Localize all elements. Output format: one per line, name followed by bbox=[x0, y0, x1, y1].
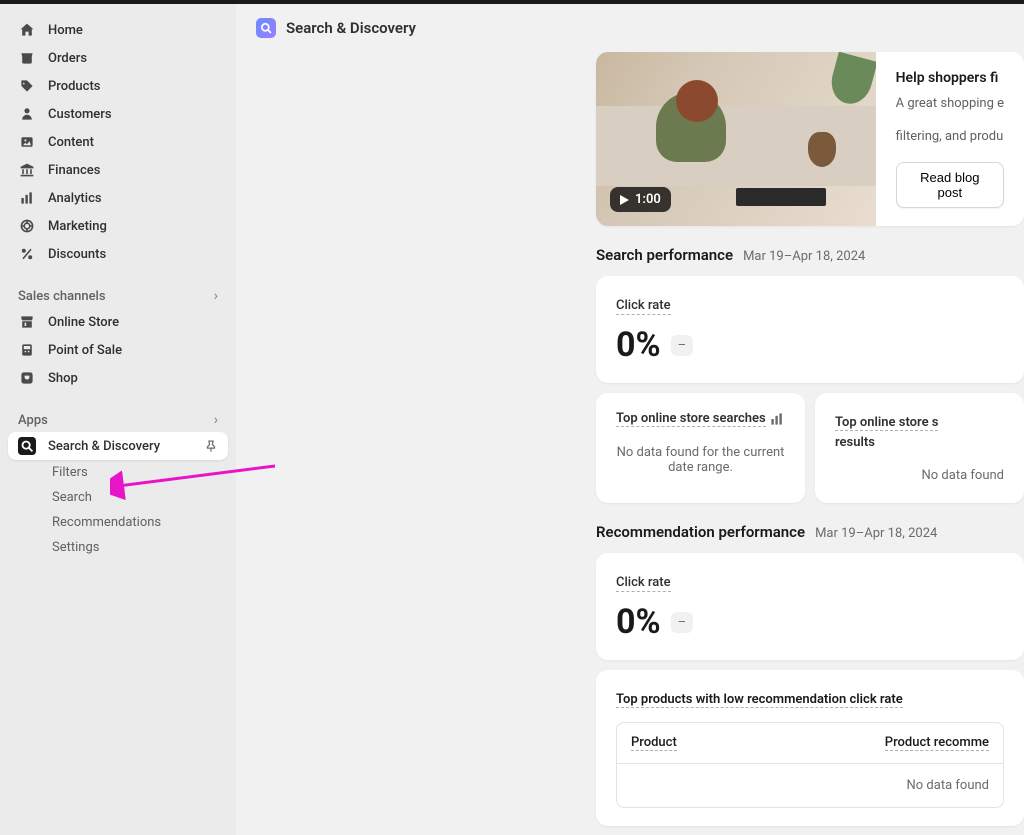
person-icon bbox=[18, 105, 36, 123]
hero-text: Help shoppers fi A great shopping e filt… bbox=[876, 52, 1024, 226]
orders-icon bbox=[18, 49, 36, 67]
nav-label: Content bbox=[48, 135, 94, 150]
nav-analytics[interactable]: Analytics bbox=[8, 184, 228, 212]
section-label: Sales channels bbox=[18, 289, 106, 304]
tag-icon bbox=[18, 77, 36, 95]
nav-customers[interactable]: Customers bbox=[8, 100, 228, 128]
rec-click-rate-card: Click rate 0% – bbox=[596, 553, 1024, 660]
content-wrap: 1:00 Help shoppers fi A great shopping e… bbox=[236, 52, 1024, 835]
nav-label: Search & Discovery bbox=[48, 439, 160, 454]
chevron-right-icon: › bbox=[214, 412, 218, 428]
store-icon bbox=[18, 313, 36, 331]
nav-home[interactable]: Home bbox=[8, 16, 228, 44]
metric-value: 0% bbox=[616, 602, 661, 642]
stat-title: Top online store searches bbox=[616, 411, 766, 427]
metric-value-row: 0% – bbox=[616, 602, 1004, 642]
shop-icon bbox=[18, 369, 36, 387]
no-data-message: No data found bbox=[617, 764, 1003, 807]
subnav-search[interactable]: Search bbox=[8, 485, 228, 510]
top-no-results-card: Top online store s results No data found bbox=[815, 393, 1024, 503]
main-content: Search & Discovery 1:00 bbox=[236, 4, 1024, 835]
hero-title: Help shoppers fi bbox=[896, 70, 1004, 86]
bar-chart-icon[interactable] bbox=[769, 411, 785, 427]
date-range: Mar 19–Apr 18, 2024 bbox=[743, 249, 865, 264]
apps-header[interactable]: Apps › bbox=[8, 408, 228, 432]
nav-marketing[interactable]: Marketing bbox=[8, 212, 228, 240]
metric-value: 0% bbox=[616, 325, 661, 365]
no-data-message: No data found bbox=[835, 468, 1004, 483]
pos-icon bbox=[18, 341, 36, 359]
app-badge-icon bbox=[256, 18, 276, 38]
metric-value-row: 0% – bbox=[616, 325, 1004, 365]
recommendation-performance-header: Recommendation performance Mar 19–Apr 18… bbox=[596, 523, 1024, 541]
no-data-message: No data found for the current date range… bbox=[616, 445, 785, 475]
target-icon bbox=[18, 217, 36, 235]
products-table: Product Product recomme No data found bbox=[616, 722, 1004, 808]
nav-label: Marketing bbox=[48, 219, 107, 234]
bars-icon bbox=[18, 189, 36, 207]
nav-label: Customers bbox=[48, 107, 112, 122]
nav-online-store[interactable]: Online Store bbox=[8, 308, 228, 336]
metric-label: Click rate bbox=[616, 298, 671, 315]
date-range: Mar 19–Apr 18, 2024 bbox=[815, 526, 937, 541]
top-searches-card: Top online store searches No data found … bbox=[596, 393, 805, 503]
search-app-icon bbox=[18, 437, 36, 455]
th-product: Product bbox=[631, 735, 677, 751]
nav-label: Discounts bbox=[48, 247, 106, 262]
layout: Home Orders Products Customers Content bbox=[0, 4, 1024, 835]
home-icon bbox=[18, 21, 36, 39]
nav-point-of-sale[interactable]: Point of Sale bbox=[8, 336, 228, 364]
hero-card: 1:00 Help shoppers fi A great shopping e… bbox=[596, 52, 1024, 226]
pin-icon[interactable] bbox=[204, 439, 218, 453]
nav-label: Home bbox=[48, 23, 83, 38]
stat-title-1: Top online store s bbox=[835, 415, 938, 431]
nav-label: Products bbox=[48, 79, 100, 94]
chevron-right-icon: › bbox=[214, 288, 218, 304]
metric-delta: – bbox=[671, 335, 694, 356]
subnav-recommendations[interactable]: Recommendations bbox=[8, 510, 228, 535]
hero-video-thumbnail[interactable]: 1:00 bbox=[596, 52, 876, 226]
nav-label: Online Store bbox=[48, 315, 119, 330]
nav-label: Analytics bbox=[48, 191, 102, 206]
section-label: Apps bbox=[18, 413, 48, 428]
page-title: Search & Discovery bbox=[286, 19, 416, 37]
metric-delta: – bbox=[671, 612, 694, 633]
th-recommend: Product recomme bbox=[885, 735, 989, 751]
section-title: Search performance bbox=[596, 246, 733, 264]
hero-desc-1: A great shopping e bbox=[896, 96, 1004, 111]
hero-desc-2: filtering, and produ bbox=[896, 129, 1004, 144]
video-duration: 1:00 bbox=[635, 192, 661, 207]
nav-label: Point of Sale bbox=[48, 343, 122, 358]
nav-content[interactable]: Content bbox=[8, 128, 228, 156]
table-header: Product Product recomme bbox=[617, 723, 1003, 764]
subnav-settings[interactable]: Settings bbox=[8, 535, 228, 560]
duration-badge: 1:00 bbox=[610, 187, 671, 212]
nav-orders[interactable]: Orders bbox=[8, 44, 228, 72]
search-performance-header: Search performance Mar 19–Apr 18, 2024 bbox=[596, 246, 1024, 264]
low-click-products-card: Top products with low recommendation cli… bbox=[596, 670, 1024, 826]
card-title: Top products with low recommendation cli… bbox=[616, 692, 903, 708]
page-header: Search & Discovery bbox=[236, 4, 1024, 52]
metric-label: Click rate bbox=[616, 575, 671, 592]
nav-shop[interactable]: Shop bbox=[8, 364, 228, 392]
nav-app-search-discovery[interactable]: Search & Discovery bbox=[8, 432, 228, 460]
sidebar: Home Orders Products Customers Content bbox=[0, 4, 236, 835]
percent-icon bbox=[18, 245, 36, 263]
nav-label: Shop bbox=[48, 371, 78, 386]
nav-label: Finances bbox=[48, 163, 100, 178]
nav-discounts[interactable]: Discounts bbox=[8, 240, 228, 268]
subnav-filters[interactable]: Filters bbox=[8, 460, 228, 485]
image-icon bbox=[18, 133, 36, 151]
search-stat-row: Top online store searches No data found … bbox=[596, 393, 1024, 503]
search-click-rate-card: Click rate 0% – bbox=[596, 276, 1024, 383]
nav-label: Orders bbox=[48, 51, 87, 66]
nav-finances[interactable]: Finances bbox=[8, 156, 228, 184]
bank-icon bbox=[18, 161, 36, 179]
read-blog-post-button[interactable]: Read blog post bbox=[896, 162, 1004, 208]
stat-title-2: results bbox=[835, 435, 875, 450]
play-icon bbox=[620, 195, 629, 205]
sales-channels-header[interactable]: Sales channels › bbox=[8, 284, 228, 308]
section-title: Recommendation performance bbox=[596, 523, 805, 541]
nav-products[interactable]: Products bbox=[8, 72, 228, 100]
